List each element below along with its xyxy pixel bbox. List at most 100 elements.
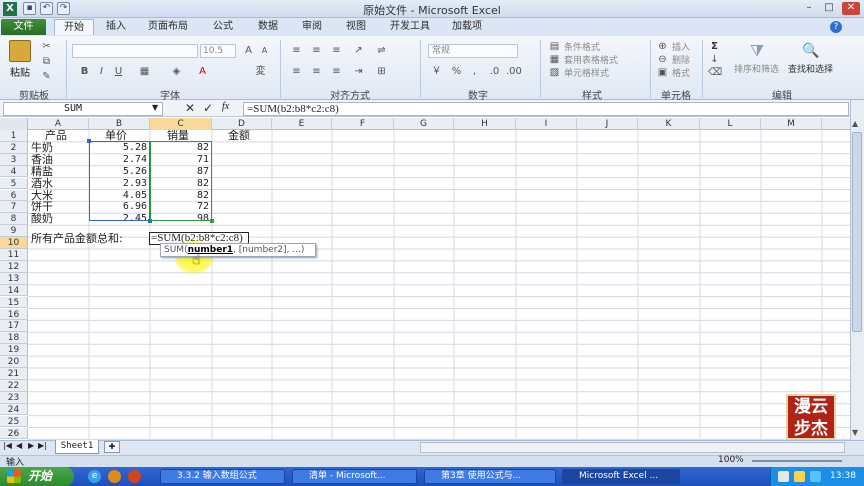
- maximize-button[interactable]: □: [820, 2, 838, 15]
- scroll-down-icon[interactable]: ▼: [852, 428, 858, 437]
- row-header-6[interactable]: 6: [0, 189, 28, 202]
- find-select-icon[interactable]: 🔍: [800, 42, 822, 60]
- align-bottom-icon[interactable]: ≡: [330, 44, 343, 57]
- column-header-e[interactable]: E: [272, 118, 332, 130]
- bold-icon[interactable]: B: [78, 65, 91, 78]
- zoom-slider[interactable]: [752, 460, 842, 462]
- delete-cells-button[interactable]: 删除: [672, 53, 690, 66]
- zoom-level[interactable]: 100%: [718, 455, 744, 465]
- tab-view[interactable]: 视图: [336, 19, 376, 35]
- row-header-1[interactable]: 1: [0, 130, 28, 142]
- help-icon[interactable]: ?: [830, 21, 842, 33]
- number-format-box[interactable]: 常规: [428, 44, 518, 58]
- format-cells-icon[interactable]: ▣: [656, 66, 669, 79]
- row-header-3[interactable]: 3: [0, 153, 28, 166]
- row-header-5[interactable]: 5: [0, 177, 28, 190]
- find-select-button[interactable]: 查找和选择: [788, 62, 833, 75]
- format-painter-icon[interactable]: ✎: [40, 70, 53, 83]
- horizontal-scrollbar[interactable]: [420, 442, 845, 453]
- minimize-button[interactable]: –: [800, 2, 818, 15]
- cell-a8[interactable]: 酸奶: [31, 213, 53, 225]
- taskbar-item-1[interactable]: 3.3.2 输入数组公式: [160, 469, 285, 484]
- underline-icon[interactable]: U: [112, 65, 125, 78]
- row-header-10[interactable]: 10: [0, 237, 28, 249]
- align-right-icon[interactable]: ≡: [330, 65, 343, 78]
- quicklaunch-ie-icon[interactable]: e: [88, 470, 101, 483]
- cell-styles-icon[interactable]: ▧: [548, 66, 561, 79]
- italic-icon[interactable]: I: [95, 65, 108, 78]
- align-middle-icon[interactable]: ≡: [310, 44, 323, 57]
- font-name-box[interactable]: [72, 44, 198, 58]
- format-cells-button[interactable]: 格式: [672, 66, 690, 79]
- merge-center-icon[interactable]: ⊞: [375, 65, 388, 78]
- font-size-box[interactable]: 10.5: [200, 44, 236, 58]
- align-center-icon[interactable]: ≡: [310, 65, 323, 78]
- format-as-table-icon[interactable]: ▦: [548, 53, 561, 66]
- row-header-21[interactable]: 21: [0, 368, 28, 380]
- conditional-format-button[interactable]: 条件格式: [564, 40, 600, 53]
- row-header-20[interactable]: 20: [0, 356, 28, 368]
- tab-file[interactable]: 文件: [1, 19, 46, 35]
- shrink-font-icon[interactable]: A: [258, 44, 271, 57]
- sheet-nav-last-icon[interactable]: ▶|: [38, 441, 47, 450]
- insert-cells-icon[interactable]: ⊕: [656, 40, 669, 53]
- row-header-4[interactable]: 4: [0, 165, 28, 178]
- row-header-17[interactable]: 17: [0, 320, 28, 333]
- tab-developer[interactable]: 开发工具: [382, 19, 438, 35]
- taskbar-item-2[interactable]: 清单 - Microsoft...: [292, 469, 417, 484]
- range-handle[interactable]: [210, 219, 214, 223]
- row-header-24[interactable]: 24: [0, 403, 28, 416]
- row-header-23[interactable]: 23: [0, 391, 28, 404]
- cell-styles-button[interactable]: 单元格样式: [564, 66, 609, 79]
- tray-icon[interactable]: [794, 471, 805, 482]
- row-header-13[interactable]: 13: [0, 272, 28, 285]
- paste-button-label[interactable]: 粘贴: [10, 64, 30, 79]
- confirm-entry-icon[interactable]: ✓: [203, 101, 213, 115]
- comma-icon[interactable]: ,: [468, 65, 481, 78]
- fill-color-icon[interactable]: ◈: [170, 65, 183, 78]
- increase-decimal-icon[interactable]: .0: [488, 65, 501, 78]
- cell-a4[interactable]: 精盐: [31, 165, 53, 178]
- scroll-up-icon[interactable]: ▲: [852, 119, 858, 128]
- row-header-9[interactable]: 9: [0, 225, 28, 237]
- copy-icon[interactable]: ⧉: [40, 55, 53, 68]
- scroll-thumb[interactable]: [852, 132, 862, 332]
- currency-icon[interactable]: ￥: [430, 65, 443, 78]
- cell-a3[interactable]: 香油: [31, 153, 53, 166]
- row-header-22[interactable]: 22: [0, 379, 28, 392]
- tab-insert[interactable]: 插入: [96, 19, 136, 35]
- cell-a10[interactable]: 所有产品金额总和:: [31, 233, 123, 245]
- row-header-26[interactable]: 26: [0, 427, 28, 440]
- tab-formulas[interactable]: 公式: [203, 19, 243, 35]
- indent-icon[interactable]: ⇥: [352, 65, 365, 78]
- row-header-8[interactable]: 8: [0, 213, 28, 226]
- sheet-nav-prev-icon[interactable]: ◀: [16, 441, 22, 450]
- column-header-j[interactable]: J: [577, 118, 638, 130]
- clock[interactable]: 13:38: [830, 471, 856, 481]
- cell-a5[interactable]: 酒水: [31, 177, 53, 190]
- insert-cells-button[interactable]: 插入: [672, 40, 690, 53]
- row-header-18[interactable]: 18: [0, 332, 28, 345]
- row-header-11[interactable]: 11: [0, 249, 28, 261]
- phonetic-icon[interactable]: 変: [254, 65, 267, 78]
- orientation-icon[interactable]: ↗: [352, 44, 365, 57]
- row-header-16[interactable]: 16: [0, 308, 28, 321]
- column-header-f[interactable]: F: [332, 118, 394, 130]
- column-header-l[interactable]: L: [700, 118, 761, 130]
- column-header-m[interactable]: M: [761, 118, 822, 130]
- tab-review[interactable]: 审阅: [292, 19, 332, 35]
- autosum-icon[interactable]: Σ: [708, 40, 721, 53]
- clear-icon[interactable]: ⌫: [708, 66, 722, 79]
- taskbar-item-3[interactable]: 第3章 使用公式与...: [424, 469, 556, 484]
- row-header-7[interactable]: 7: [0, 201, 28, 214]
- cell-d1[interactable]: 金额: [228, 130, 250, 142]
- sort-filter-button[interactable]: 排序和筛选: [734, 62, 779, 75]
- range-handle[interactable]: [87, 139, 91, 143]
- name-box-dropdown-icon[interactable]: ▼: [152, 103, 158, 112]
- sort-filter-icon[interactable]: ⧩: [746, 42, 768, 60]
- new-sheet-icon[interactable]: ✚: [104, 441, 120, 453]
- sheet-nav-next-icon[interactable]: ▶: [28, 441, 34, 450]
- tab-addins[interactable]: 加载项: [444, 19, 490, 35]
- font-color-icon[interactable]: A: [196, 65, 209, 78]
- tab-home[interactable]: 开始: [54, 19, 94, 35]
